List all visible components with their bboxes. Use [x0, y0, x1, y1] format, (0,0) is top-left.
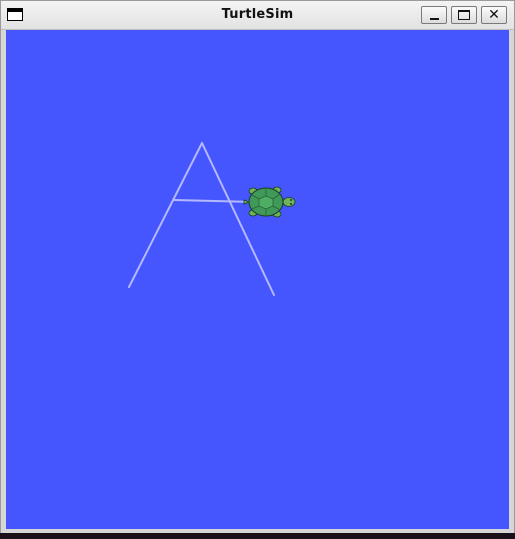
maximize-icon [458, 10, 470, 20]
desktop-edge [0, 533, 515, 539]
turtle-sprite [243, 186, 296, 218]
trail-right-stroke [201, 142, 275, 296]
turtle-drawing [128, 142, 296, 296]
maximize-button[interactable] [451, 6, 477, 24]
close-button[interactable]: ✕ [481, 6, 507, 24]
close-icon: ✕ [488, 7, 500, 23]
minimize-icon [430, 18, 439, 20]
pen-trail [128, 142, 275, 296]
turtlesim-window: TurtleSim ✕ [0, 0, 515, 539]
title-bar[interactable]: TurtleSim ✕ [1, 1, 514, 30]
minimize-button[interactable] [421, 6, 447, 24]
trail-left-stroke [128, 142, 203, 288]
turtle-canvas [6, 30, 509, 529]
